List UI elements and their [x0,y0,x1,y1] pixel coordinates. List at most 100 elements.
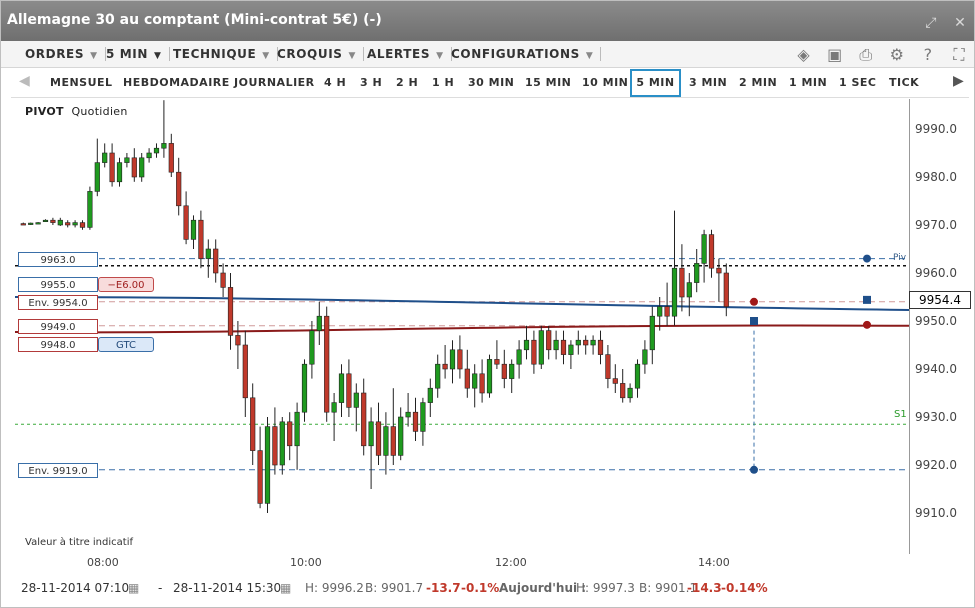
tf-5min[interactable]: 5 MIN [630,69,681,97]
chevron-down-icon: ▼ [153,51,162,61]
tf-3min[interactable]: 3 MIN [689,69,727,97]
candle-body [264,426,271,504]
candle-body [294,411,300,447]
chevron-down-icon: ▼ [90,51,98,61]
chart-window: Allemagne 30 au comptant (Mini-contrat 5… [0,0,975,608]
tf-1sec[interactable]: 1 SEC [839,69,877,97]
order-marker [863,295,871,304]
candle-body [568,344,574,355]
order-marker [750,317,758,325]
candle-body [42,219,49,222]
calendar-icon[interactable]: ▦ [128,576,139,600]
candle-body [28,222,34,225]
candle-body [649,315,655,351]
tf-journalier[interactable]: JOURNALIER [234,69,315,97]
candle-body [242,344,248,399]
tf-1min[interactable]: 1 MIN [789,69,827,97]
y-tick: 9960.0 [915,266,957,280]
tf-30min[interactable]: 30 MIN [468,69,514,97]
tf-10min[interactable]: 10 MIN [582,69,628,97]
candle-body [560,339,567,355]
scroll-right-icon[interactable]: ▶ [953,73,964,89]
candle-body [694,263,700,283]
candle-body [109,152,115,183]
tf-1h[interactable]: 1 H [432,69,454,97]
layers-icon[interactable]: ◈ [795,45,813,64]
menu-label: CROQUIS [277,47,343,61]
s1-line-label: S1 [894,409,907,420]
scroll-left-icon[interactable]: ◀ [19,73,30,89]
price-chart[interactable] [15,99,909,554]
window-title: Allemagne 30 au comptant (Mini-contrat 5… [7,12,382,28]
candle-body [412,411,419,432]
candle-body [250,397,256,451]
candle-body [627,387,633,399]
candle-body [686,282,692,298]
tf-hebdomadaire[interactable]: HEBDOMADAIRE [123,69,230,97]
y-tick: 9940.0 [915,362,957,376]
candle-body [20,223,26,226]
close-icon[interactable]: ✕ [952,15,968,31]
y-tick: 9930.0 [915,410,957,424]
candle-body [57,219,63,226]
tf-mensuel[interactable]: MENSUEL [50,69,113,97]
candle-body [420,402,426,432]
x-tick: 08:00 [87,556,119,569]
order-label-env-9919[interactable]: Env. 9919.0 [18,463,98,478]
chevron-down-icon: ▼ [262,51,270,61]
tf-2h[interactable]: 2 H [396,69,418,97]
menu-label: TECHNIQUE [173,47,257,61]
candle-body [35,222,41,225]
menu-label: 5 MIN [106,47,148,61]
candle-body [257,450,263,504]
menu-croquis[interactable]: CROQUIS ▼ [277,41,365,67]
candle-body [620,383,626,399]
range-start: 28-11-2014 07:10 [21,581,130,595]
current-price-label: 9954.4 [909,291,971,309]
candle-body [531,339,537,365]
fullscreen-icon[interactable]: ⛶ [950,45,968,65]
order-label-9963[interactable]: 9963.0 [18,252,98,267]
menu-ordres[interactable]: ORDRES ▼ [25,41,106,67]
candle-body [523,339,530,351]
tf-3h[interactable]: 3 H [360,69,382,97]
range-dash: - [158,581,163,595]
order-label-9949[interactable]: 9949.0 [18,319,98,334]
candle-body [671,267,678,317]
image-icon[interactable]: ▣ [826,45,844,64]
expand-icon[interactable]: ⤢ [923,15,939,31]
candle-body [338,373,345,403]
tf-tick[interactable]: TICK [889,69,919,97]
candle-body [287,421,293,447]
help-icon[interactable]: ? [919,45,937,64]
candle-body [161,143,167,149]
candle-body [612,378,618,384]
candle-body [227,287,234,336]
candle-body [94,162,100,192]
order-label-9948[interactable]: 9948.0 [18,337,98,352]
candle-body [324,315,330,413]
order-label-env-9954[interactable]: Env. 9954.0 [18,295,98,310]
menu-interval[interactable]: 5 MIN ▼ [106,41,169,67]
gear-icon[interactable]: ⚙ [888,45,906,64]
order-marker [750,465,758,474]
period-low: B: 9901.7 [365,581,424,595]
candle-body [168,143,174,173]
candle-body [501,363,507,379]
candle-body [346,373,352,408]
candle-body [583,339,589,346]
order-label-9955[interactable]: 9955.0 [18,277,98,292]
menu-technique[interactable]: TECHNIQUE ▼ [173,41,278,67]
candle-body [272,426,278,466]
tf-2min[interactable]: 2 MIN [739,69,777,97]
print-icon[interactable]: ⎙ [857,45,875,65]
menu-label: ORDRES [25,47,85,61]
tf-15min[interactable]: 15 MIN [525,69,571,97]
menu-label: ALERTES [367,47,431,61]
candle-body [183,205,189,240]
menu-alertes[interactable]: ALERTES ▼ [367,41,452,67]
candle-body [494,359,500,365]
tf-4h[interactable]: 4 H [324,69,346,97]
calendar-icon[interactable]: ▦ [280,576,291,600]
menu-configurations[interactable]: CONFIGURATIONS ▼ [451,41,602,67]
